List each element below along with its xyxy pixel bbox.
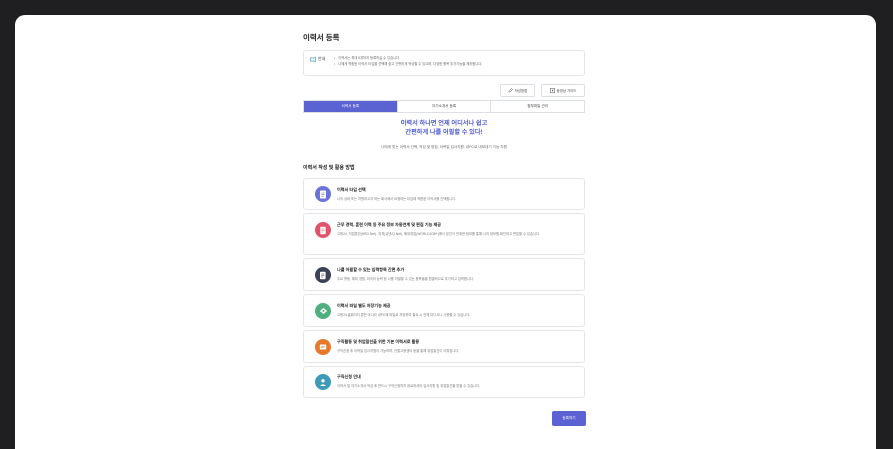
step-card-title: 이력서 파일 별도 저장기능 제공	[337, 303, 391, 308]
tab-cover-letter-register[interactable]: 자기소개서 등록	[397, 101, 492, 112]
step-card-title: 구직활동 및 취업알선을 위한 기본 이력서로 활용	[337, 339, 420, 344]
edit-document-icon	[315, 267, 331, 283]
app-window: 이력서 등록 안내 이력서는 최대 5개까지 등록하실 수 있습니다. 나에게 …	[15, 15, 876, 449]
pencil-icon	[508, 88, 513, 93]
video-guide-button[interactable]: 동영상 가이드	[541, 84, 585, 97]
notice-box: 안내 이력서는 최대 5개까지 등록하실 수 있습니다. 나에게 적합한 이력서…	[303, 50, 585, 76]
tab-attachment-manage[interactable]: 첨부파일 관리	[491, 101, 585, 112]
user-guide-icon	[315, 374, 331, 390]
hero-headline-1: 이력서 하나면 언제 어디서나 쉽고	[400, 120, 488, 127]
step-card-desc: 고용24 홈페이지 뿐만 아니라 내PC에 파일로 저장하여 필요 시 언제 어…	[337, 313, 471, 317]
notice-label: 안내	[310, 55, 326, 63]
tab-resume-register[interactable]: 이력서 등록	[304, 101, 398, 112]
notice-line: 나에게 적합한 이력서 타입을 선택해 쉽고 간편하게 작성할 수 있으며, 다…	[334, 61, 482, 67]
step-card: 나를 어필할 수 있는 입력항목 간편 추가 주요 활동, 해외 경험, 외국어…	[303, 258, 585, 291]
step-card-desc: 나의 상태 또는 지원하고자 하는 회사에서 요청하는 타입에 적합한 이력서를…	[337, 197, 457, 201]
step-card-title: 근무 경력, 훈련 이력 등 주요 정보 자동연계 및 편집 기능 제공	[337, 222, 442, 227]
play-icon	[549, 88, 555, 93]
step-card-title: 나를 어필할 수 있는 입력항목 간편 추가	[337, 267, 405, 272]
register-button[interactable]: 등록하기	[552, 411, 586, 426]
step-card-desc: 구직신청 후 이력일 입사지원이 가능하며, 관할고용센터 등을 통해 취업알선…	[337, 349, 460, 353]
hero-subtext: 나에게 맞는 이력서 선택, 작성 및 편집, 이력일 입사지원, 내PC로 내…	[381, 145, 507, 149]
step-card-desc: 고용24, 직업훈련(HRD-Net), 자격(큐넷/Q-Net), 해외취업(…	[337, 232, 540, 236]
notice-list: 이력서는 최대 5개까지 등록하실 수 있습니다. 나에게 적합한 이력서 타입…	[334, 55, 482, 67]
step-card-desc: 주요 활동, 해외 경험, 외국어 능력 등 나를 어필할 수 있는 항목들을 …	[337, 277, 474, 281]
step-card: 구직활동 및 취업알선을 위한 기본 이력서로 활용 구직신청 후 이력일 입사…	[303, 330, 585, 363]
step-card-title: 구직신청 안내	[337, 374, 361, 379]
save-file-icon	[315, 303, 331, 319]
step-card-title: 이력서 타입 선택	[337, 187, 366, 192]
hero-headline-2: 간편하게 나를 어필할 수 있다!	[405, 129, 483, 136]
job-support-icon	[315, 339, 331, 355]
usage-guide-label: 작성방법	[514, 89, 528, 93]
step-card: 이력서 타입 선택 나의 상태 또는 지원하고자 하는 회사에서 요청하는 타입…	[303, 178, 585, 210]
video-guide-label: 동영상 가이드	[556, 89, 577, 93]
step-card: 근무 경력, 훈련 이력 등 주요 정보 자동연계 및 편집 기능 제공 고용2…	[303, 213, 585, 255]
document-select-icon	[315, 186, 331, 202]
notice-label-text: 안내	[318, 56, 326, 61]
step-card: 이력서 파일 별도 저장기능 제공 고용24 홈페이지 뿐만 아니라 내PC에 …	[303, 294, 585, 327]
tab-bar: 이력서 등록 자기소개서 등록 첨부파일 관리	[303, 100, 585, 113]
step-card: 구직신청 안내 이력서 및 자기소개서 작성 후 반드시 구직신청까지 완료하셔…	[303, 366, 585, 398]
usage-guide-button[interactable]: 작성방법	[500, 84, 535, 97]
sync-icon	[315, 222, 331, 238]
section-title: 이력서 작성 및 활용 방법	[303, 165, 355, 171]
hero-banner: 이력서 하나면 언제 어디서나 쉽고 간편하게 나를 어필할 수 있다! 나에게…	[303, 119, 585, 150]
step-card-desc: 이력서 및 자기소개서 작성 후 반드시 구직신청까지 완료하셔야 입사지원 및…	[337, 384, 481, 388]
info-icon	[310, 55, 316, 63]
page-title: 이력서 등록	[303, 33, 340, 42]
